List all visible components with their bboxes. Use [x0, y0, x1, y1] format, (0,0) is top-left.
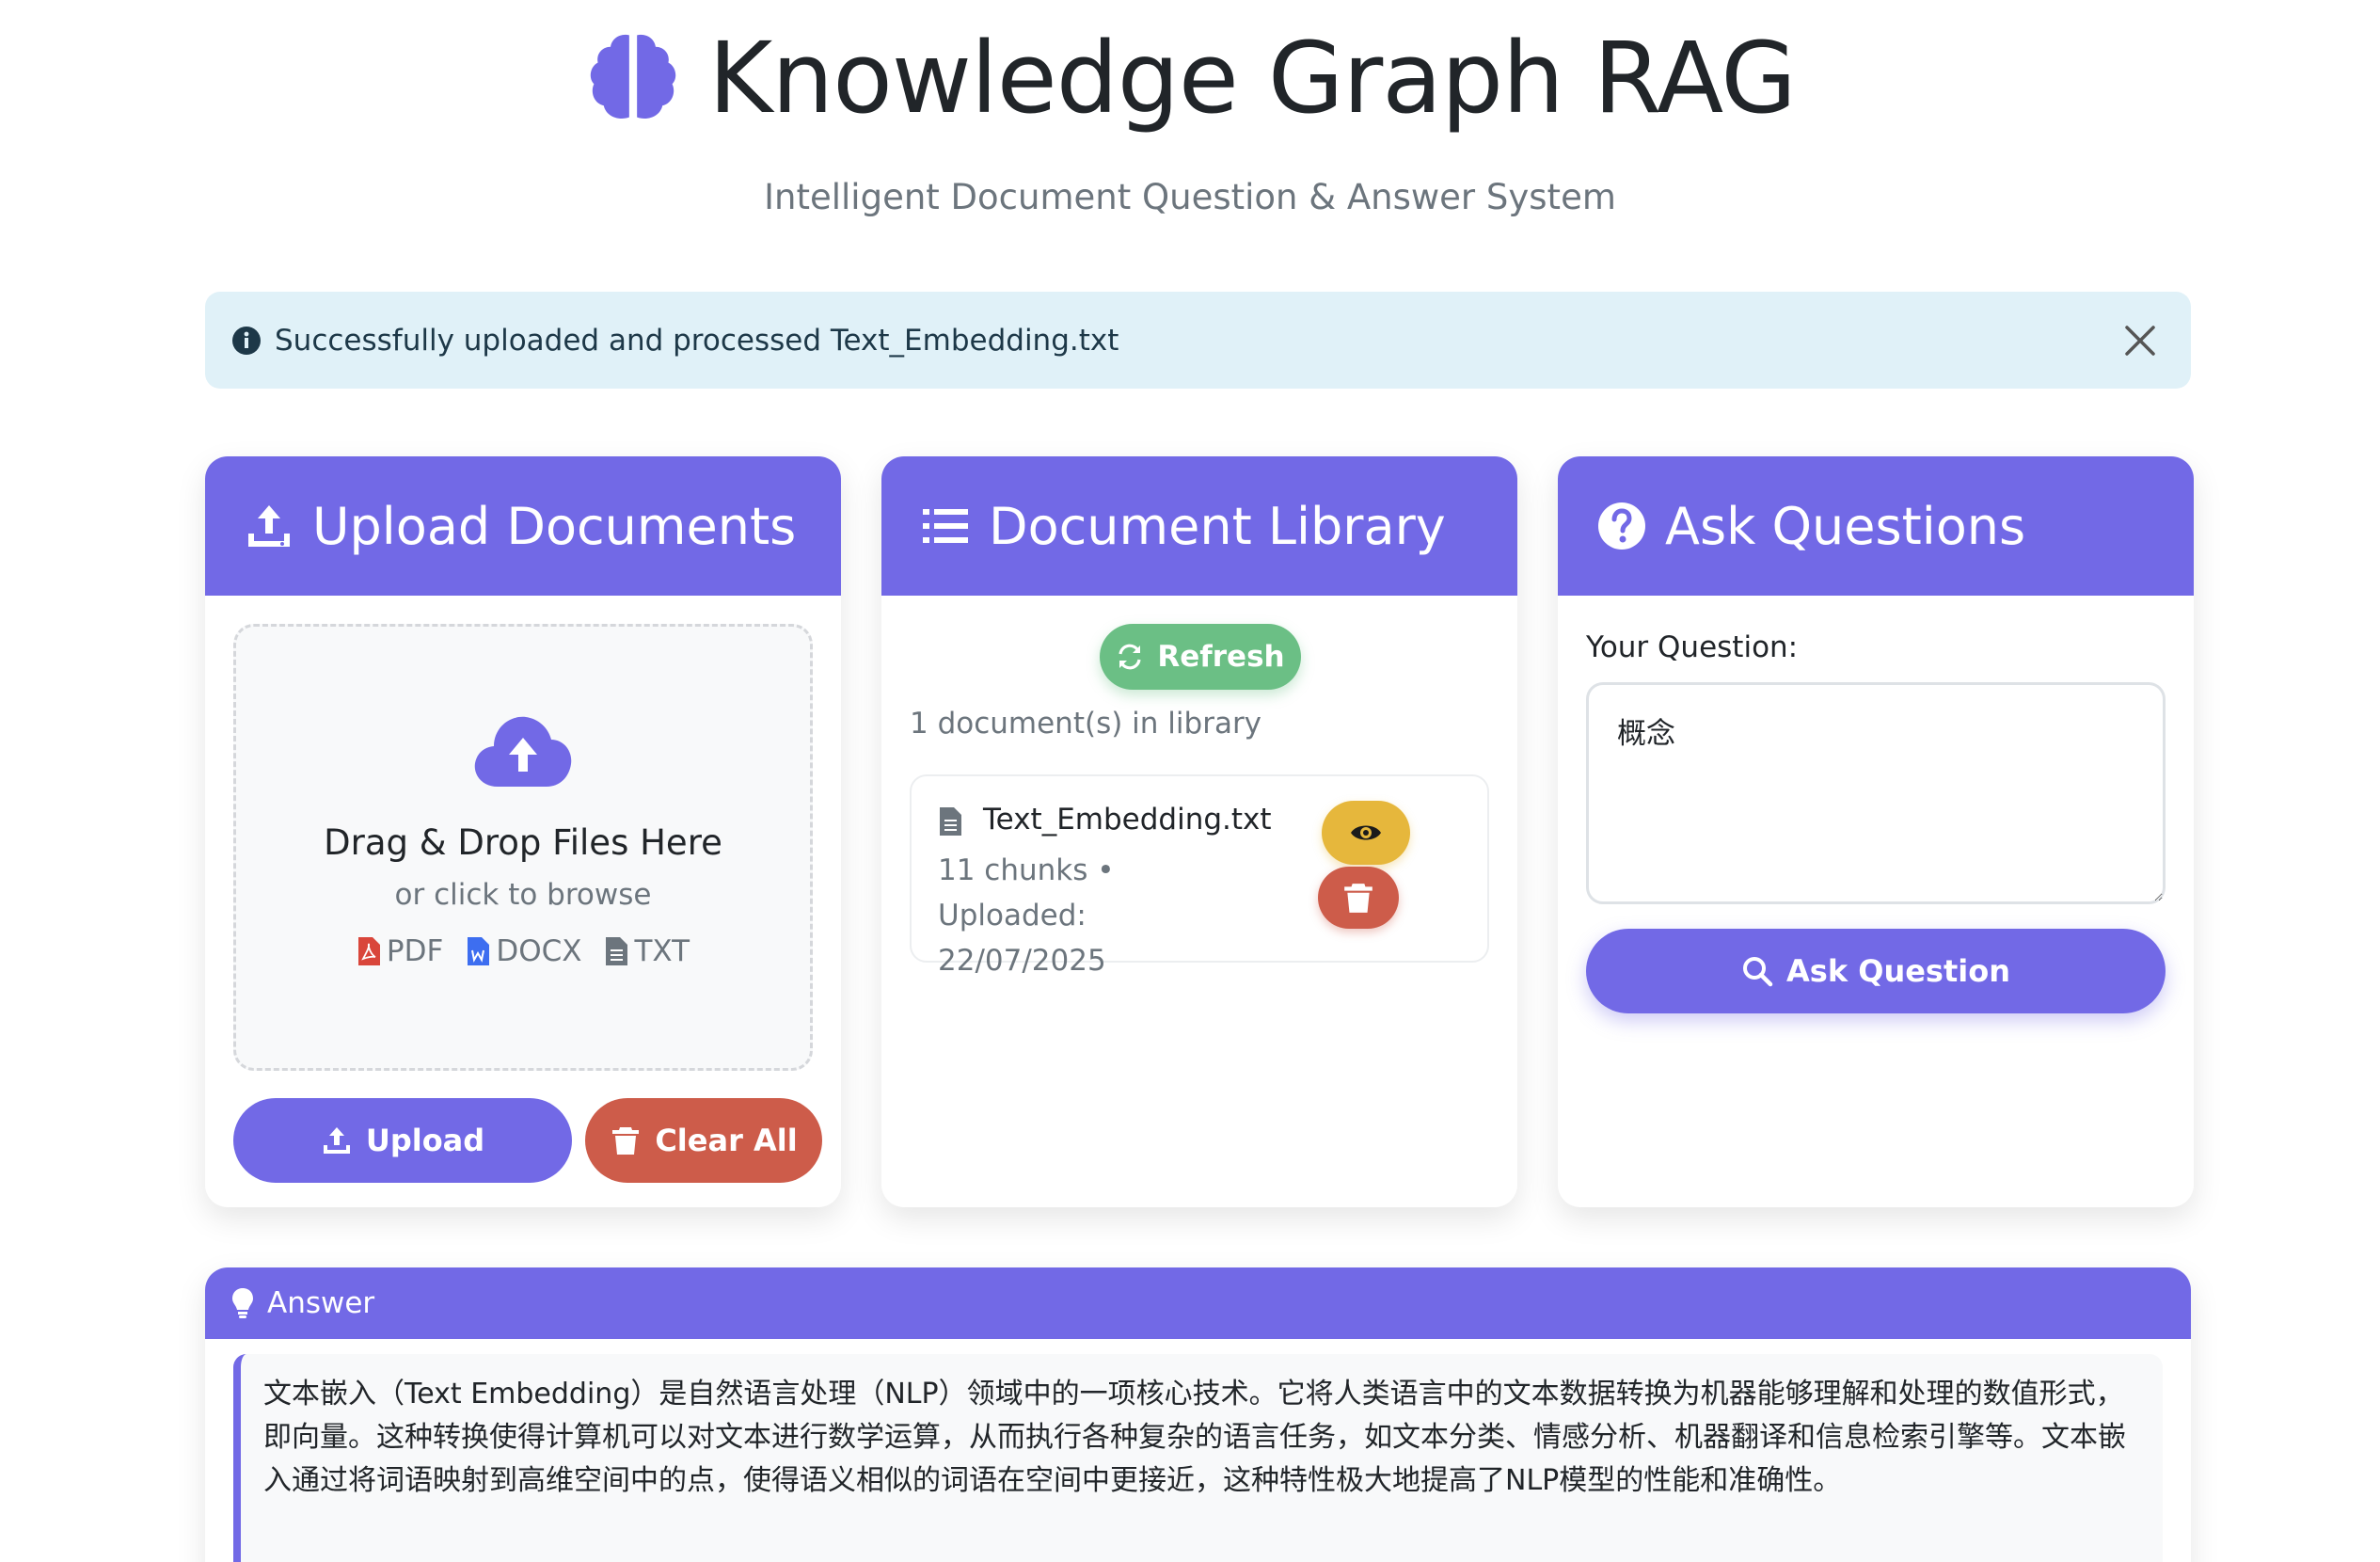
clear-all-label: Clear All: [655, 1123, 798, 1158]
ask-question-label: Ask Question: [1786, 953, 2010, 989]
dropzone-subtitle: or click to browse: [394, 878, 652, 912]
ask-card: Ask Questions Your Question: 概念 Ask Ques…: [1558, 456, 2194, 1207]
eye-icon: [1351, 825, 1381, 840]
library-count: 1 document(s) in library: [910, 707, 1262, 741]
document-name: Text_Embedding.txt: [983, 803, 1272, 837]
document-item: Text_Embedding.txt 11 chunks • Uploaded:…: [910, 774, 1489, 978]
document-meta: 11 chunks • Uploaded: 22/07/2025: [938, 853, 1115, 978]
upload-card-header: Upload Documents: [205, 456, 841, 596]
upload-icon: [248, 505, 290, 547]
format-txt-label: TXT: [634, 934, 690, 968]
pdf-file-icon: [357, 937, 380, 965]
refresh-label: Refresh: [1157, 640, 1285, 674]
file-dropzone[interactable]: Drag & Drop Files Here or click to brows…: [233, 624, 813, 1071]
clear-all-button[interactable]: Clear All: [585, 1098, 822, 1183]
upload-button[interactable]: Upload: [233, 1098, 572, 1183]
word-file-icon: [468, 937, 490, 965]
ask-card-header: Ask Questions: [1558, 456, 2194, 596]
library-card-header: Document Library: [881, 456, 1517, 596]
answer-title: Answer: [267, 1286, 375, 1320]
info-icon: [232, 326, 261, 355]
trash-icon: [1344, 884, 1372, 913]
cloud-upload-icon: [474, 716, 572, 787]
app-subtitle: Intelligent Document Question & Answer S…: [764, 177, 1616, 217]
answer-header: Answer: [205, 1267, 2191, 1339]
upload-icon: [323, 1127, 350, 1154]
question-label: Your Question:: [1586, 630, 1799, 664]
list-icon: [923, 509, 968, 543]
text-file-icon: [606, 937, 628, 965]
upload-card: Upload Documents Drag & Drop Files Here …: [205, 456, 841, 1207]
format-txt: TXT: [604, 934, 690, 968]
library-card: Document Library Refresh 1 document(s) i…: [881, 456, 1517, 1207]
question-input[interactable]: 概念: [1586, 682, 2166, 904]
format-docx-label: DOCX: [496, 934, 582, 968]
file-icon: [940, 807, 961, 836]
question-circle-icon: [1598, 502, 1645, 550]
format-docx: DOCX: [466, 934, 581, 968]
close-icon[interactable]: [2123, 324, 2157, 358]
brain-icon: [584, 27, 682, 129]
answer-panel: Answer 文本嵌入（Text Embedding）是自然语言处理（NLP）领…: [205, 1267, 2191, 1562]
refresh-icon: [1119, 644, 1141, 670]
format-pdf: PDF: [357, 934, 443, 968]
answer-body: 文本嵌入（Text Embedding）是自然语言处理（NLP）领域中的一项核心…: [233, 1354, 2163, 1562]
answer-text: 文本嵌入（Text Embedding）是自然语言处理（NLP）领域中的一项核心…: [263, 1378, 2126, 1497]
app-header: Knowledge Graph RAG Intelligent Document…: [0, 17, 2380, 217]
upload-card-title: Upload Documents: [312, 496, 797, 556]
library-card-title: Document Library: [989, 496, 1446, 556]
upload-button-label: Upload: [365, 1123, 485, 1158]
app-title: Knowledge Graph RAG: [708, 21, 1797, 135]
ask-question-button[interactable]: Ask Question: [1586, 929, 2166, 1013]
supported-formats: PDF DOCX TXT: [236, 934, 810, 968]
view-document-button[interactable]: [1322, 801, 1410, 865]
delete-document-button[interactable]: [1318, 867, 1399, 929]
dropzone-title: Drag & Drop Files Here: [324, 822, 722, 863]
ask-card-title: Ask Questions: [1665, 496, 2026, 556]
refresh-button[interactable]: Refresh: [1100, 624, 1301, 690]
alert-message: Successfully uploaded and processed Text…: [275, 323, 1119, 358]
lightbulb-icon: [232, 1288, 253, 1318]
search-icon: [1743, 957, 1773, 987]
success-alert: Successfully uploaded and processed Text…: [205, 292, 2191, 389]
format-pdf-label: PDF: [386, 934, 444, 968]
trash-icon: [612, 1127, 640, 1155]
